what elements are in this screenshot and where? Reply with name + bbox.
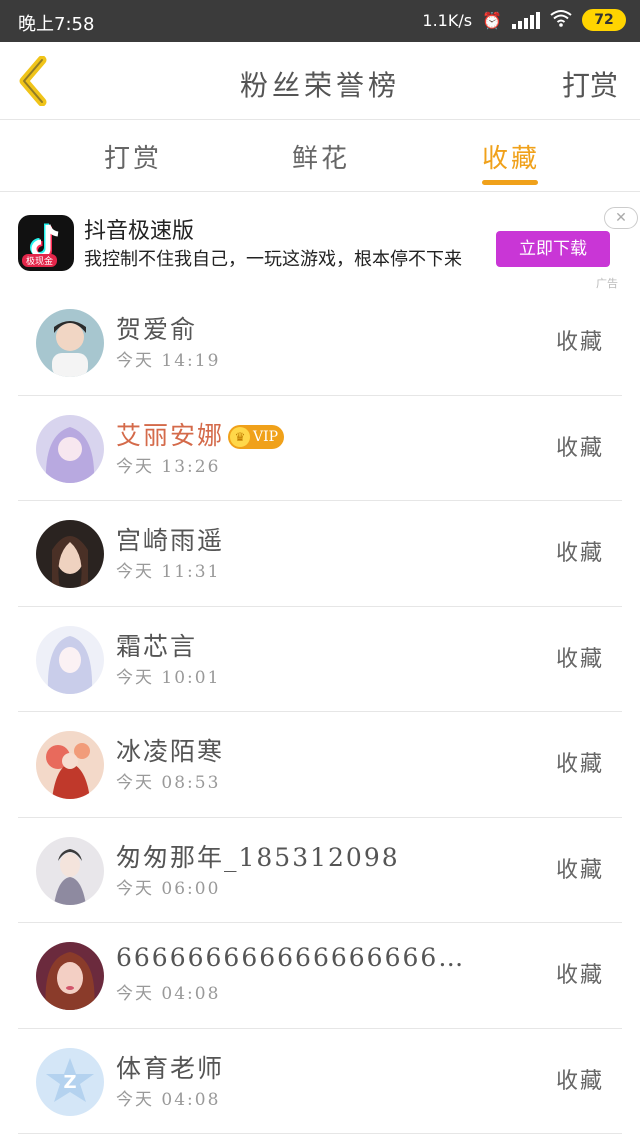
alarm-icon: ⏰ bbox=[482, 10, 502, 30]
list-item[interactable]: 艾丽安娜 ♛ VIP 今天 13:26 收藏 bbox=[18, 396, 622, 501]
list-item[interactable]: 霜芯言 今天 10:01 收藏 bbox=[18, 607, 622, 712]
fan-name: 666666666666666666… bbox=[116, 943, 466, 972]
app-logo-icon: 极现金 bbox=[18, 215, 74, 271]
fan-name: 宫崎雨遥 bbox=[116, 526, 225, 555]
fan-name: 霜芯言 bbox=[116, 631, 198, 661]
close-icon[interactable]: ✕ bbox=[604, 207, 638, 229]
ad-app-name: 抖音极速版 bbox=[84, 219, 195, 244]
fan-action: 收藏 bbox=[555, 330, 604, 355]
list-item[interactable]: 贺爱俞 今天 14:19 收藏 bbox=[18, 290, 622, 396]
fan-name: 艾丽安娜 bbox=[116, 420, 225, 450]
list-item[interactable]: 匆匆那年_185312098 今天 06:00 收藏 bbox=[18, 818, 622, 923]
list-item[interactable]: 666666666666666666… 今天 04:08 收藏 bbox=[18, 923, 622, 1029]
reward-button[interactable]: 打赏 bbox=[562, 64, 618, 104]
fan-list: 贺爱俞 今天 14:19 收藏 艾丽安娜 ♛ VIP 今天 13:26 收藏 宫崎雨… bbox=[18, 290, 622, 1134]
fan-time: 今天 10:01 bbox=[116, 667, 221, 688]
fan-action: 收藏 bbox=[555, 1068, 604, 1094]
avatar bbox=[36, 942, 104, 1010]
avatar: Z bbox=[36, 1047, 104, 1116]
ad-label: 广告 bbox=[596, 277, 618, 290]
fan-time: 今天 06:00 bbox=[116, 878, 221, 899]
ad-description: 我控制不住我自己，一玩这游戏，根本停不下来 bbox=[84, 249, 462, 270]
avatar bbox=[36, 309, 104, 377]
fan-time: 今天 04:08 bbox=[116, 1089, 221, 1110]
fan-action: 收藏 bbox=[555, 541, 604, 566]
fan-time: 今天 13:26 bbox=[116, 456, 221, 477]
fan-name: 贺爱俞 bbox=[116, 315, 198, 344]
vip-badge: ♛ VIP bbox=[228, 425, 285, 449]
fan-name: 体育老师 bbox=[116, 1053, 225, 1083]
fan-action: 收藏 bbox=[555, 963, 604, 988]
avatar bbox=[36, 731, 104, 799]
status-icons: 1.1K/s ⏰ 72 bbox=[422, 9, 626, 31]
fan-time: 今天 14:19 bbox=[116, 351, 221, 371]
vip-label: VIP bbox=[253, 429, 279, 445]
avatar bbox=[36, 625, 104, 694]
crown-icon: ♛ bbox=[230, 427, 251, 447]
battery-icon: 72 bbox=[582, 9, 626, 31]
net-speed: 1.1K/s bbox=[422, 10, 473, 30]
fan-name-vip: 艾丽安娜 ♛ VIP bbox=[116, 416, 285, 452]
list-item[interactable]: Z 体育老师 今天 04:08 收藏 bbox=[18, 1029, 622, 1134]
fan-time: 今天 11:31 bbox=[116, 562, 221, 582]
signal-icon bbox=[512, 11, 540, 29]
download-button[interactable]: 立即下载 bbox=[496, 231, 610, 267]
tab-reward[interactable]: 打赏 bbox=[104, 138, 162, 175]
fan-time: 今天 08:53 bbox=[116, 773, 221, 793]
fan-name: 冰凌陌寒 bbox=[116, 737, 225, 766]
tab-flowers[interactable]: 鲜花 bbox=[292, 138, 350, 175]
page-title: 粉丝荣誉榜 bbox=[239, 69, 400, 102]
avatar bbox=[36, 836, 104, 905]
list-item[interactable]: 宫崎雨遥 今天 11:31 收藏 bbox=[18, 501, 622, 607]
fan-action: 收藏 bbox=[555, 435, 604, 461]
status-bar: 晚上7:58 1.1K/s ⏰ 72 bbox=[0, 0, 640, 42]
active-tab-indicator bbox=[482, 180, 538, 185]
app-badge: 极现金 bbox=[22, 254, 58, 267]
fan-action: 收藏 bbox=[555, 646, 604, 672]
fan-action: 收藏 bbox=[555, 857, 604, 883]
svg-text:Z: Z bbox=[63, 1072, 76, 1093]
fan-name: 匆匆那年_185312098 bbox=[116, 842, 400, 872]
tab-bar: 打赏 鲜花 收藏 bbox=[0, 120, 640, 192]
app-header: 粉丝荣誉榜 打赏 bbox=[0, 42, 640, 120]
status-time: 晚上7:58 bbox=[18, 14, 95, 35]
tab-favorites[interactable]: 收藏 bbox=[482, 138, 540, 175]
wifi-icon bbox=[550, 9, 572, 31]
avatar bbox=[36, 520, 104, 588]
ad-banner[interactable]: 极现金 抖音极速版 我控制不住我自己，一玩这游戏，根本停不下来 立即下载 ✕ 广… bbox=[0, 193, 640, 290]
fan-time: 今天 04:08 bbox=[116, 984, 221, 1004]
fan-action: 收藏 bbox=[555, 752, 604, 777]
list-item[interactable]: 冰凌陌寒 今天 08:53 收藏 bbox=[18, 712, 622, 818]
avatar bbox=[36, 414, 104, 483]
